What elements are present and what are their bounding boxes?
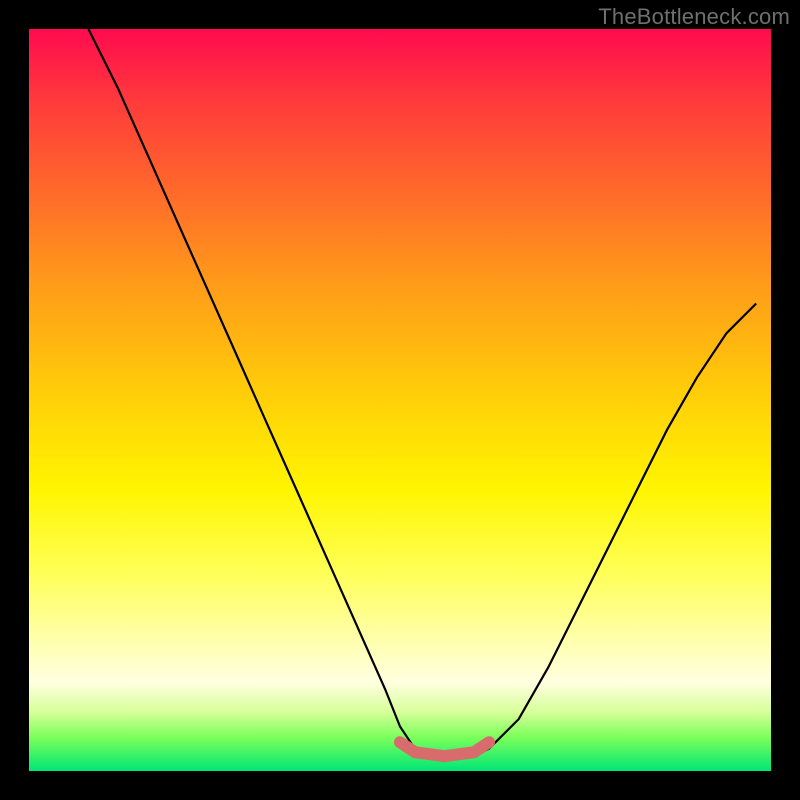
watermark-text: TheBottleneck.com bbox=[598, 4, 790, 30]
bottleneck-curve bbox=[29, 29, 771, 771]
plot-area bbox=[29, 29, 771, 771]
chart-frame: TheBottleneck.com bbox=[0, 0, 800, 800]
